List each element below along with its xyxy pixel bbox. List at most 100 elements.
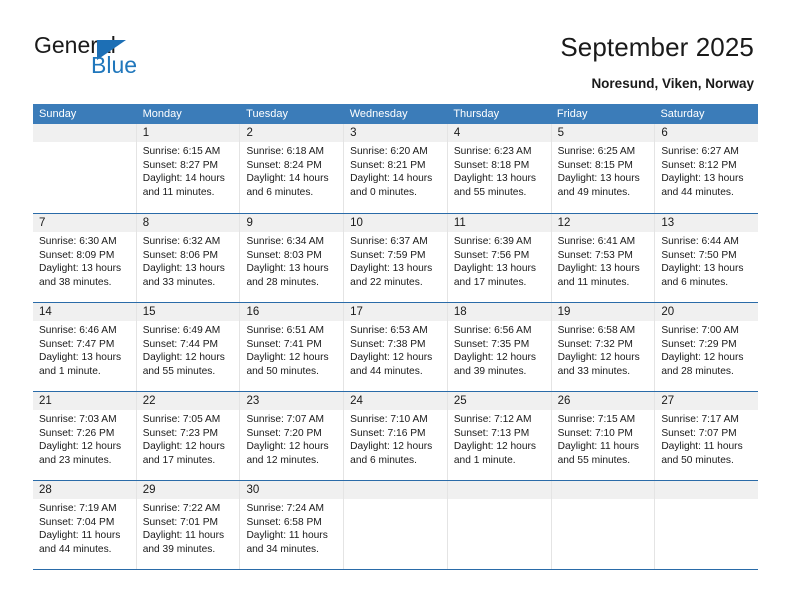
daylight-text: and 55 minutes. — [557, 454, 631, 466]
day-cell-27[interactable]: 27 Sunrise: 7:17 AM Sunset: 7:07 PM Dayligh… — [655, 392, 759, 480]
daylight-text: and 12 minutes. — [246, 454, 319, 466]
day-cell-13[interactable]: 13 Sunrise: 6:44 AM Sunset: 7:50 PM Dayligh… — [655, 214, 759, 302]
sunset-text: Sunset: 8:09 PM — [39, 249, 115, 261]
day-cell-6[interactable]: 6 Sunrise: 6:27 AM Sunset: 8:12 PM Daylight… — [655, 124, 759, 213]
daylight-text: Daylight: 12 hours — [39, 441, 122, 453]
day-cell-empty — [551, 481, 656, 569]
day-cell-1[interactable]: 1 Sunrise: 6:15 AM Sunset: 8:27 PM Daylight… — [136, 124, 241, 213]
sunrise-text: Sunrise: 6:32 AM — [142, 236, 221, 247]
daylight-text: and 50 minutes. — [246, 365, 319, 377]
daylight-text: and 49 minutes. — [557, 186, 631, 198]
day-cell-23[interactable]: 23 Sunrise: 7:07 AM Sunset: 7:20 PM Dayligh… — [240, 392, 345, 480]
day-cell-3[interactable]: 3 Sunrise: 6:20 AM Sunset: 8:21 PM Daylight… — [344, 124, 448, 213]
sunset-text: Sunset: 8:15 PM — [557, 159, 633, 171]
daylight-text: Daylight: 13 hours — [39, 352, 122, 364]
day-cell-25[interactable]: 25 Sunrise: 7:12 AM Sunset: 7:13 PM Dayligh… — [447, 392, 552, 480]
day-cell-17[interactable]: 17 Sunrise: 6:53 AM Sunset: 7:38 PM Dayligh… — [344, 303, 448, 391]
day-number — [33, 124, 136, 142]
day-cell-12[interactable]: 12 Sunrise: 6:41 AM Sunset: 7:53 PM Dayligh… — [551, 214, 656, 302]
day-cell-28[interactable]: 28 Sunrise: 7:19 AM Sunset: 7:04 PM Dayligh… — [33, 481, 137, 569]
daylight-text: Daylight: 13 hours — [557, 263, 640, 275]
day-cell-16[interactable]: 16 Sunrise: 6:51 AM Sunset: 7:41 PM Dayligh… — [240, 303, 345, 391]
day-sun-info: Sunrise: 6:30 AM Sunset: 8:09 PM Daylight:… — [33, 232, 136, 289]
sunrise-text: Sunrise: 6:58 AM — [557, 325, 636, 336]
calendar-week-row: 14 Sunrise: 6:46 AM Sunset: 7:47 PM Dayligh… — [33, 302, 759, 391]
day-cell-15[interactable]: 15 Sunrise: 6:49 AM Sunset: 7:44 PM Dayligh… — [136, 303, 241, 391]
sunrise-text: Sunrise: 6:39 AM — [453, 236, 532, 247]
day-cell-18[interactable]: 18 Sunrise: 6:56 AM Sunset: 7:35 PM Dayligh… — [447, 303, 552, 391]
daylight-text: Daylight: 11 hours — [142, 530, 225, 542]
sunrise-text: Sunrise: 6:34 AM — [246, 236, 325, 247]
day-cell-9[interactable]: 9 Sunrise: 6:34 AM Sunset: 8:03 PM Daylight… — [240, 214, 345, 302]
daylight-text: Daylight: 13 hours — [142, 263, 225, 275]
day-sun-info: Sunrise: 6:23 AM Sunset: 8:18 PM Daylight:… — [448, 142, 551, 199]
day-cell-26[interactable]: 26 Sunrise: 7:15 AM Sunset: 7:10 PM Dayligh… — [551, 392, 656, 480]
sunrise-text: Sunrise: 6:41 AM — [557, 236, 636, 247]
day-number: 15 — [136, 303, 240, 321]
daylight-text: and 44 minutes. — [661, 186, 734, 198]
day-sun-info: Sunrise: 6:49 AM Sunset: 7:44 PM Daylight:… — [137, 321, 240, 378]
daylight-text: and 1 minute. — [453, 454, 516, 466]
day-cell-11[interactable]: 11 Sunrise: 6:39 AM Sunset: 7:56 PM Dayligh… — [447, 214, 552, 302]
sunrise-text: Sunrise: 7:15 AM — [557, 414, 636, 425]
day-cell-8[interactable]: 8 Sunrise: 6:32 AM Sunset: 8:06 PM Daylight… — [136, 214, 241, 302]
day-number — [551, 481, 655, 499]
day-cell-5[interactable]: 5 Sunrise: 6:25 AM Sunset: 8:15 PM Daylight… — [551, 124, 656, 213]
day-sun-info: Sunrise: 7:22 AM Sunset: 7:01 PM Daylight:… — [137, 499, 240, 556]
sunrise-text: Sunrise: 7:22 AM — [142, 503, 221, 514]
sunset-text: Sunset: 7:44 PM — [142, 338, 219, 350]
day-cell-7[interactable]: 7 Sunrise: 6:30 AM Sunset: 8:09 PM Daylight… — [33, 214, 137, 302]
calendar-grid: Sunday Monday Tuesday Wednesday Thursday Frid… — [33, 104, 759, 570]
day-number: 8 — [136, 214, 240, 232]
day-sun-info: Sunrise: 7:10 AM Sunset: 7:16 PM Daylight:… — [344, 410, 447, 467]
day-number: 16 — [240, 303, 344, 321]
weekday-header-friday: Friday — [556, 108, 588, 120]
day-sun-info: Sunrise: 7:15 AM Sunset: 7:10 PM Daylight:… — [552, 410, 655, 467]
day-sun-info: Sunrise: 6:46 AM Sunset: 7:47 PM Daylight:… — [33, 321, 136, 378]
sunset-text: Sunset: 8:24 PM — [246, 159, 322, 171]
day-sun-info: Sunrise: 6:27 AM Sunset: 8:12 PM Daylight:… — [655, 142, 758, 199]
day-number: 21 — [33, 392, 136, 410]
day-cell-10[interactable]: 10 Sunrise: 6:37 AM Sunset: 7:59 PM Dayligh… — [344, 214, 448, 302]
sunset-text: Sunset: 7:10 PM — [557, 427, 633, 439]
daylight-text: and 1 minute. — [39, 365, 101, 377]
calendar-week-row: 7 Sunrise: 6:30 AM Sunset: 8:09 PM Daylight… — [33, 213, 759, 302]
sunrise-text: Sunrise: 6:27 AM — [661, 146, 739, 157]
page-subtitle-location: Noresund, Viken, Norway — [591, 76, 754, 91]
day-number — [447, 481, 551, 499]
daylight-text: and 44 minutes. — [39, 543, 112, 555]
sunset-text: Sunset: 7:20 PM — [246, 427, 322, 439]
day-number: 5 — [551, 124, 655, 142]
day-cell-24[interactable]: 24 Sunrise: 7:10 AM Sunset: 7:16 PM Dayligh… — [344, 392, 448, 480]
day-sun-info: Sunrise: 7:17 AM Sunset: 7:07 PM Daylight:… — [655, 410, 758, 467]
day-cell-19[interactable]: 19 Sunrise: 6:58 AM Sunset: 7:32 PM Dayligh… — [551, 303, 656, 391]
day-number — [655, 481, 759, 499]
day-cell-14[interactable]: 14 Sunrise: 6:46 AM Sunset: 7:47 PM Dayligh… — [33, 303, 137, 391]
weekday-header-row: Sunday Monday Tuesday Wednesday Thursday Frid… — [33, 104, 758, 124]
day-cell-20[interactable]: 20 Sunrise: 7:00 AM Sunset: 7:29 PM Dayligh… — [655, 303, 759, 391]
daylight-text: Daylight: 11 hours — [246, 530, 328, 542]
sunset-text: Sunset: 7:56 PM — [453, 249, 530, 261]
day-sun-info: Sunrise: 6:51 AM Sunset: 7:41 PM Daylight:… — [240, 321, 343, 378]
day-number — [344, 481, 447, 499]
general-blue-logo[interactable]: General Blue — [34, 32, 234, 88]
day-cell-29[interactable]: 29 Sunrise: 7:22 AM Sunset: 7:01 PM Dayligh… — [136, 481, 241, 569]
day-cell-4[interactable]: 4 Sunrise: 6:23 AM Sunset: 8:18 PM Daylight… — [447, 124, 552, 213]
day-sun-info: Sunrise: 6:56 AM Sunset: 7:35 PM Daylight:… — [448, 321, 551, 378]
sunset-text: Sunset: 7:13 PM — [453, 427, 530, 439]
daylight-text: Daylight: 12 hours — [142, 441, 225, 453]
day-number: 24 — [344, 392, 447, 410]
sunset-text: Sunset: 7:01 PM — [142, 516, 219, 528]
day-cell-21[interactable]: 21 Sunrise: 7:03 AM Sunset: 7:26 PM Dayligh… — [33, 392, 137, 480]
sunset-text: Sunset: 8:27 PM — [142, 159, 219, 171]
day-cell-22[interactable]: 22 Sunrise: 7:05 AM Sunset: 7:23 PM Dayligh… — [136, 392, 241, 480]
daylight-text: Daylight: 14 hours — [246, 173, 329, 185]
weekday-header-wednesday: Wednesday — [349, 108, 408, 120]
day-cell-30[interactable]: 30 Sunrise: 7:24 AM Sunset: 6:58 PM Dayligh… — [240, 481, 345, 569]
day-cell-2[interactable]: 2 Sunrise: 6:18 AM Sunset: 8:24 PM Daylight… — [240, 124, 345, 213]
sunrise-text: Sunrise: 7:17 AM — [661, 414, 739, 425]
sunset-text: Sunset: 7:41 PM — [246, 338, 322, 350]
day-number: 25 — [447, 392, 551, 410]
day-cell-empty — [33, 124, 137, 213]
daylight-text: and 6 minutes. — [661, 276, 729, 288]
